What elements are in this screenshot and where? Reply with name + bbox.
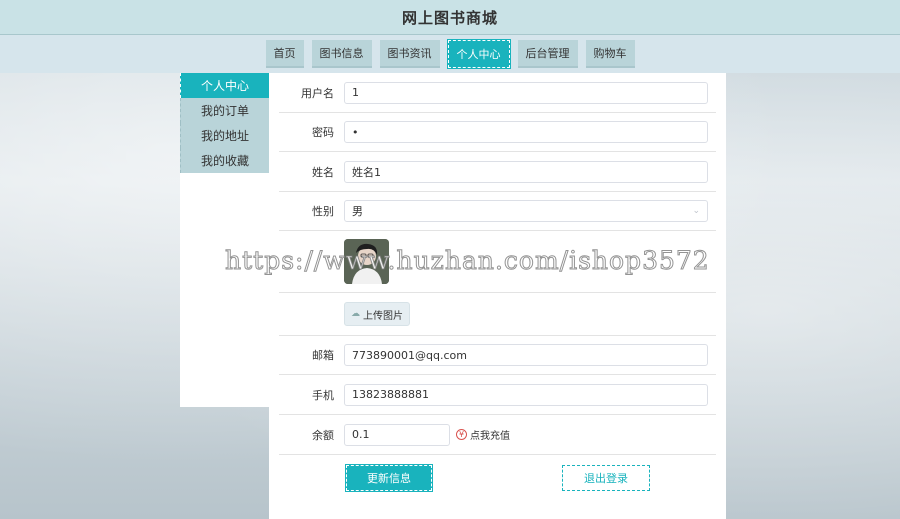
username-label: 用户名: [301, 86, 334, 100]
nav-item-admin[interactable]: 后台管理: [517, 40, 578, 68]
upload-icon: ☁: [351, 309, 360, 319]
sidebar-item-address[interactable]: 我的地址: [180, 123, 269, 148]
name-input[interactable]: 姓名1: [344, 160, 708, 183]
password-row: 密码 •: [279, 113, 716, 152]
sidebar-item-orders[interactable]: 我的订单: [180, 98, 269, 123]
password-input[interactable]: •: [344, 121, 708, 143]
avatar: [344, 239, 389, 284]
upload-button-label: 上传图片: [363, 310, 403, 322]
action-row: 更新信息 退出登录: [279, 455, 716, 500]
balance-label: 余额: [312, 428, 334, 442]
avatar-photo: [344, 239, 389, 284]
nav-item-cart[interactable]: 购物车: [585, 40, 635, 68]
gender-value: 男: [352, 205, 363, 218]
phone-row: 手机 13823888881: [279, 375, 716, 415]
name-row: 姓名 姓名1: [279, 152, 716, 192]
balance-row: 余额 0.1 ¥ 点我充值: [279, 415, 716, 455]
email-label: 邮箱: [312, 349, 334, 362]
site-title: 网上图书商城: [401, 8, 498, 27]
gender-select[interactable]: 男 ⌄: [344, 200, 708, 222]
main-nav: 首页 图书信息 图书资讯 个人中心 后台管理 购物车: [0, 35, 900, 73]
sidebar: 个人中心 我的订单 我的地址 我的收藏: [180, 73, 269, 407]
profile-form: 用户名 1 密码 • 姓名 姓名1 性别 男 ⌄ ☁ 上传图片 邮箱 77389…: [269, 73, 726, 519]
upload-image-button[interactable]: ☁ 上传图片: [344, 302, 410, 326]
email-row: 邮箱 773890001@qq.com: [279, 336, 716, 375]
chevron-down-icon: ⌄: [692, 206, 700, 216]
recharge-label: 点我充值: [470, 431, 510, 442]
nav-item-book-news[interactable]: 图书资讯: [379, 40, 440, 68]
sidebar-item-favorites[interactable]: 我的收藏: [180, 148, 269, 173]
recharge-link[interactable]: ¥ 点我充值: [456, 427, 510, 442]
nav-item-book-info[interactable]: 图书信息: [311, 40, 372, 68]
gender-row: 性别 男 ⌄: [279, 192, 716, 231]
site-header: 网上图书商城: [0, 0, 900, 35]
balance-input[interactable]: 0.1: [344, 423, 450, 446]
yen-icon: ¥: [456, 429, 467, 440]
gender-label: 性别: [312, 205, 334, 218]
username-input[interactable]: 1: [344, 81, 708, 104]
logout-button[interactable]: 退出登录: [562, 464, 650, 491]
update-info-button[interactable]: 更新信息: [345, 463, 433, 492]
email-input[interactable]: 773890001@qq.com: [344, 344, 708, 366]
password-label: 密码: [312, 126, 334, 139]
phone-input[interactable]: 13823888881: [344, 383, 708, 406]
nav-item-home[interactable]: 首页: [265, 40, 304, 68]
phone-label: 手机: [312, 388, 334, 402]
upload-row: ☁ 上传图片: [279, 293, 716, 336]
username-row: 用户名 1: [279, 73, 716, 113]
nav-item-profile[interactable]: 个人中心: [446, 39, 511, 69]
avatar-row: [279, 231, 716, 293]
sidebar-item-profile[interactable]: 个人中心: [180, 73, 269, 98]
name-label: 姓名: [312, 165, 334, 179]
